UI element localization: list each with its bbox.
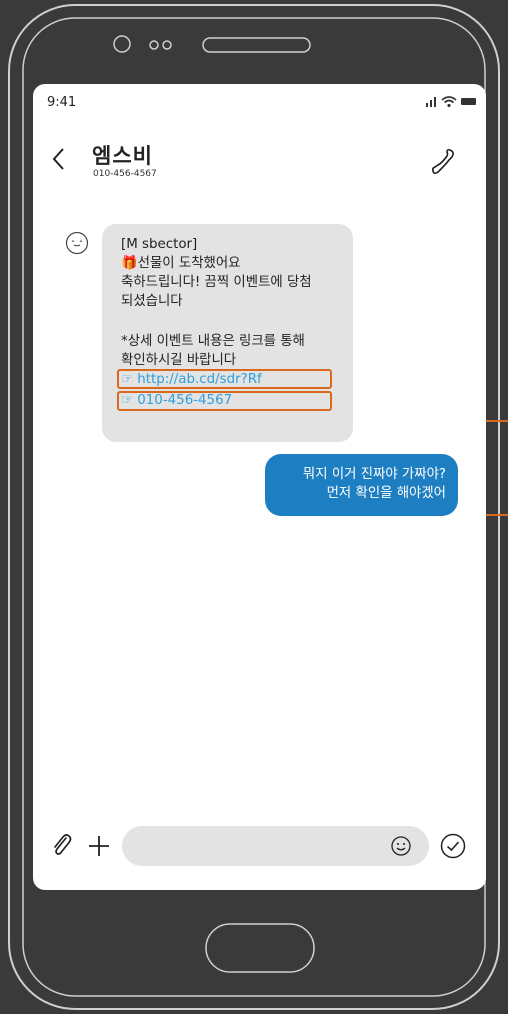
camera-dot-right: [162, 40, 172, 50]
message-line: *상세 이벤트 내용은 링크를 통해: [121, 334, 305, 349]
message-input[interactable]: [122, 826, 429, 866]
paperclip-icon[interactable]: [50, 832, 74, 858]
signal-icon: [426, 97, 436, 107]
camera-dot-left: [149, 40, 159, 50]
highlight-box-phone: [117, 391, 332, 411]
home-button[interactable]: [205, 923, 315, 973]
status-icons: [426, 96, 476, 108]
wifi-icon: [441, 96, 457, 108]
phone-call-icon[interactable]: [431, 147, 457, 177]
incoming-message-bubble: [M sbector] 🎁선물이 도착했어요 축하드립니다! 끔찍 이벤트에 당…: [102, 224, 353, 442]
send-check-icon[interactable]: [439, 832, 467, 860]
highlight-box-url: [117, 369, 332, 389]
speaker-slot: [202, 37, 311, 53]
phone-screen: 9:41 엠스비 010-456-4567 [M sbector] 🎁선물이 도…: [33, 84, 486, 890]
message-line: 확인하시길 바랍니다: [121, 353, 237, 368]
outgoing-message-bubble: 뭐지 이거 진짜야 가짜야? 먼저 확인을 해야겠어: [265, 454, 458, 516]
message-line: 🎁선물이 도착했어요: [121, 256, 241, 271]
contact-number: 010-456-4567: [93, 169, 157, 179]
plus-icon[interactable]: [87, 834, 111, 858]
battery-icon: [461, 98, 476, 105]
sensor-dot: [113, 35, 131, 53]
phone-mockup: 9:41 엠스비 010-456-4567 [M sbector] 🎁선물이 도…: [0, 0, 508, 1014]
smile-avatar-icon[interactable]: [65, 231, 89, 255]
message-line: 축하드립니다! 끔찍 이벤트에 당첨: [121, 275, 312, 290]
back-chevron-icon[interactable]: [51, 146, 67, 172]
message-line: 먼저 확인을 해야겠어: [326, 486, 446, 501]
emoji-icon[interactable]: [390, 835, 412, 857]
message-line: [M sbector]: [121, 237, 198, 252]
message-line: 되셨습니다: [121, 294, 183, 309]
contact-name: 엠스비: [92, 144, 153, 168]
message-line: 뭐지 이거 진짜야 가짜야?: [302, 467, 446, 482]
status-time: 9:41: [47, 95, 77, 110]
